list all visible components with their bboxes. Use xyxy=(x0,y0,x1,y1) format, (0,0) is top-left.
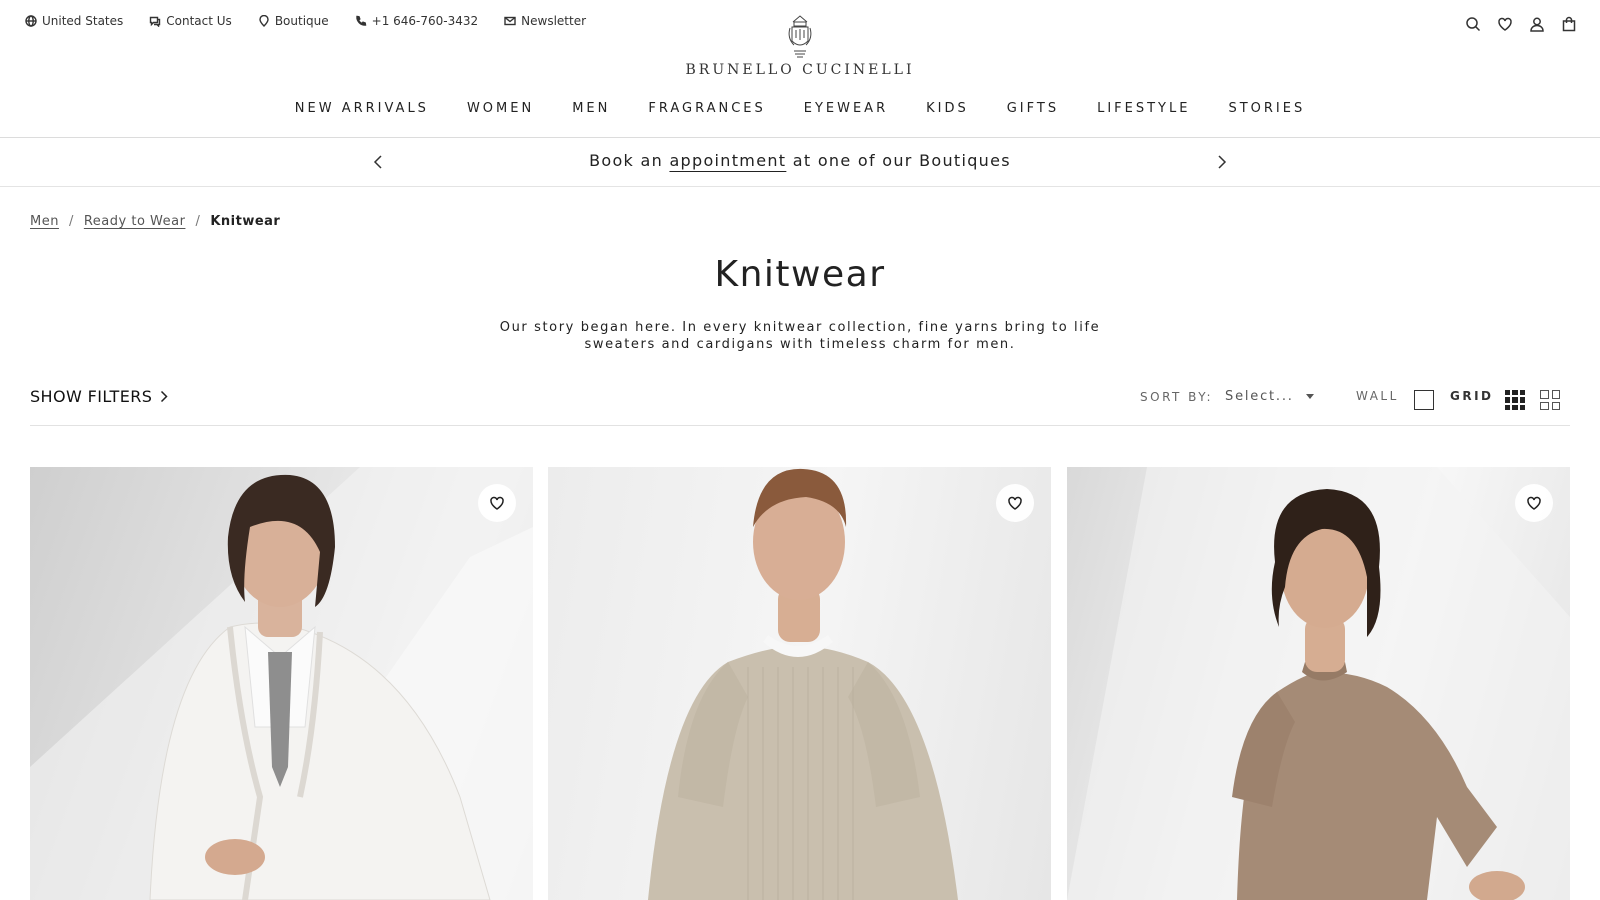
wall-view-label: WALL xyxy=(1356,389,1399,403)
sort-select[interactable]: Select... xyxy=(1225,389,1314,404)
listing-toolbar: SHOW FILTERS SORT BY: Select... WALL GRI… xyxy=(30,385,1570,415)
breadcrumb-separator: / xyxy=(68,214,74,229)
product-image xyxy=(1067,467,1570,900)
promo-suffix: at one of our Boutiques xyxy=(792,151,1011,170)
wishlist-toggle[interactable] xyxy=(478,484,516,522)
breadcrumb-separator: / xyxy=(195,214,201,229)
breadcrumb: Men / Ready to Wear / Knitwear xyxy=(30,214,280,229)
nav-lifestyle[interactable]: LIFESTYLE xyxy=(1097,101,1190,116)
sort-control: SORT BY: Select... xyxy=(1140,389,1314,404)
bag-icon xyxy=(1562,16,1575,31)
brand-wordmark: BRUNELLO CUCINELLI xyxy=(685,62,915,78)
show-filters-button[interactable]: SHOW FILTERS xyxy=(30,387,168,406)
product-image xyxy=(648,468,958,900)
product-card[interactable] xyxy=(548,467,1051,900)
nav-fragrances[interactable]: FRAGRANCES xyxy=(648,101,765,116)
promo-next-button[interactable] xyxy=(1212,152,1232,172)
nav-women[interactable]: WOMEN xyxy=(467,101,534,116)
nav-kids[interactable]: KIDS xyxy=(926,101,969,116)
heart-icon xyxy=(490,496,504,510)
promo-bar: Book an appointment at one of our Boutiq… xyxy=(0,138,1600,186)
product-card[interactable] xyxy=(1067,467,1570,900)
wishlist-toggle[interactable] xyxy=(996,484,1034,522)
sort-value: Select... xyxy=(1225,389,1294,404)
cart-button[interactable] xyxy=(1560,15,1577,32)
main-nav: NEW ARRIVALS WOMEN MEN FRAGRANCES EYEWEA… xyxy=(0,101,1600,116)
nav-men[interactable]: MEN xyxy=(572,101,610,116)
breadcrumb-ready-to-wear[interactable]: Ready to Wear xyxy=(84,214,186,229)
appointment-link[interactable]: appointment xyxy=(669,151,786,170)
promo-prefix: Book an xyxy=(589,151,664,170)
user-icon xyxy=(1529,17,1544,32)
nav-stories[interactable]: STORIES xyxy=(1228,101,1305,116)
page-title: Knitwear xyxy=(714,254,886,295)
heart-icon xyxy=(1497,17,1512,31)
search-button[interactable] xyxy=(1464,15,1481,32)
chevron-right-icon xyxy=(161,390,168,403)
wishlist-toggle[interactable] xyxy=(1515,484,1553,522)
heart-icon xyxy=(1008,496,1022,510)
heart-icon xyxy=(1527,496,1541,510)
promo-text: Book an appointment at one of our Boutiq… xyxy=(0,151,1600,170)
search-icon xyxy=(1465,16,1480,31)
crest-icon xyxy=(788,15,812,58)
nav-gifts[interactable]: GIFTS xyxy=(1007,101,1059,116)
grid-two-column-button[interactable] xyxy=(1540,390,1560,410)
chevron-right-icon xyxy=(1218,155,1227,169)
product-image xyxy=(30,467,533,900)
account-button[interactable] xyxy=(1528,15,1545,32)
show-filters-label: SHOW FILTERS xyxy=(30,387,153,406)
breadcrumb-men[interactable]: Men xyxy=(30,214,59,229)
brand-logo[interactable]: BRUNELLO CUCINELLI xyxy=(0,14,1600,78)
grid-three-column-button[interactable] xyxy=(1505,390,1525,410)
product-card[interactable] xyxy=(30,467,533,900)
nav-eyewear[interactable]: EYEWEAR xyxy=(804,101,888,116)
header-actions xyxy=(1464,15,1577,32)
toolbar-divider xyxy=(30,425,1570,426)
caret-down-icon xyxy=(1305,394,1314,399)
product-grid xyxy=(30,467,1570,900)
breadcrumb-knitwear: Knitwear xyxy=(210,214,281,229)
sort-label: SORT BY: xyxy=(1140,389,1214,404)
nav-new-arrivals[interactable]: NEW ARRIVALS xyxy=(295,101,429,116)
wall-view-button[interactable] xyxy=(1414,390,1434,410)
grid-view-label: GRID xyxy=(1450,389,1494,403)
wishlist-button[interactable] xyxy=(1496,15,1513,32)
promo-divider xyxy=(0,186,1600,187)
page-description: Our story began here. In every knitwear … xyxy=(499,320,1101,352)
